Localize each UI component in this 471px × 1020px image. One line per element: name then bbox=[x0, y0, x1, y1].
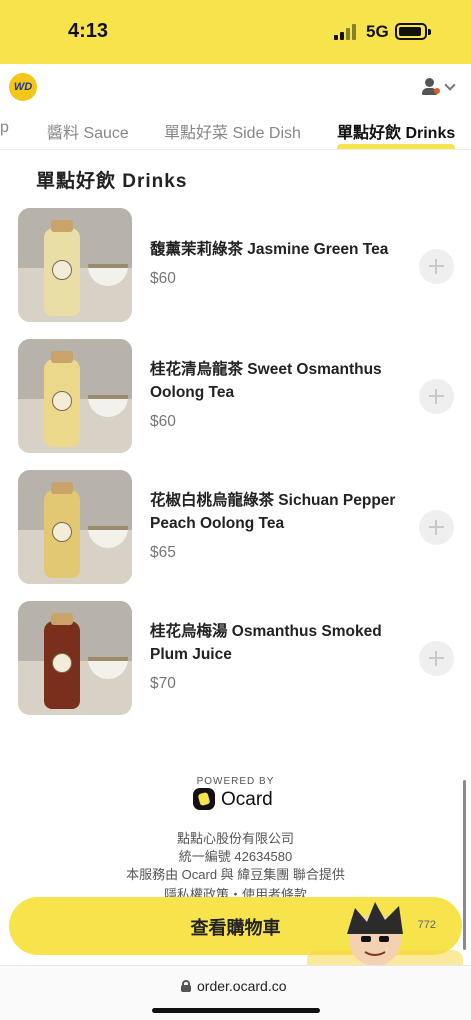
menu-item[interactable]: 花椒白桃烏龍綠茶 Sichuan Pepper Peach Oolong Tea… bbox=[0, 470, 471, 586]
item-image[interactable] bbox=[18, 601, 132, 715]
brand-logo[interactable]: WD bbox=[9, 73, 37, 101]
app-header: WD bbox=[0, 64, 471, 110]
active-tab-indicator bbox=[337, 144, 455, 149]
item-name: 桂花清烏龍茶 Sweet Osmanthus Oolong Tea bbox=[150, 361, 382, 401]
tab-previous[interactable]: p bbox=[0, 119, 9, 137]
ocard-logo[interactable]: Ocard bbox=[193, 788, 279, 812]
item-image[interactable] bbox=[18, 208, 132, 322]
section-title: 單點好飲 Drinks bbox=[36, 171, 188, 192]
ocard-brand: Ocard bbox=[221, 789, 273, 810]
battery-icon bbox=[395, 23, 431, 40]
item-name: 馥薰茉莉綠茶 Jasmine Green Tea bbox=[150, 241, 389, 258]
item-price: $60 bbox=[150, 270, 176, 287]
item-image[interactable] bbox=[18, 470, 132, 584]
tax-id: 統一編號 42634580 bbox=[178, 849, 293, 864]
tab-side-dish[interactable]: 單點好菜 Side Dish bbox=[164, 119, 301, 143]
network-label: 5G bbox=[366, 22, 389, 41]
add-item-button[interactable] bbox=[419, 249, 454, 284]
item-name: 桂花烏梅湯 Osmanthus Smoked Plum Juice bbox=[150, 623, 382, 663]
item-price: $70 bbox=[150, 675, 176, 692]
browser-url-bar[interactable]: order.ocard.co bbox=[0, 965, 471, 1020]
add-item-button[interactable] bbox=[419, 641, 454, 676]
category-tabs: p 醬料 Sauce 單點好菜 Side Dish 單點好飲 Drinks bbox=[0, 110, 471, 150]
chevron-down-icon[interactable] bbox=[444, 79, 456, 91]
url-text[interactable]: order.ocard.co bbox=[197, 978, 287, 994]
service-notice: 本服務由 Ocard 與 緯豆集團 聯合提供 bbox=[126, 867, 345, 882]
add-item-button[interactable] bbox=[419, 510, 454, 545]
company-name: 點點心股份有限公司 bbox=[176, 831, 294, 846]
item-image[interactable] bbox=[18, 339, 132, 453]
lock-icon bbox=[181, 980, 191, 992]
powered-by-label: POWERED BY bbox=[196, 776, 275, 787]
home-indicator[interactable] bbox=[152, 1008, 320, 1013]
user-icon[interactable] bbox=[421, 78, 440, 96]
item-price: $65 bbox=[150, 544, 176, 561]
ocard-icon bbox=[193, 788, 215, 810]
tab-sauce[interactable]: 醬料 Sauce bbox=[47, 119, 129, 143]
status-time: 4:13 bbox=[68, 20, 109, 42]
status-bar: 4:13 5G bbox=[0, 0, 471, 64]
item-price: $60 bbox=[150, 413, 176, 430]
menu-item[interactable]: 馥薰茉莉綠茶 Jasmine Green Tea $60 bbox=[0, 208, 471, 324]
tab-drinks[interactable]: 單點好飲 Drinks bbox=[337, 119, 455, 143]
item-name: 花椒白桃烏龍綠茶 Sichuan Pepper Peach Oolong Tea bbox=[150, 492, 396, 532]
menu-item[interactable]: 桂花烏梅湯 Osmanthus Smoked Plum Juice $70 bbox=[0, 601, 471, 717]
signal-icon bbox=[334, 24, 358, 40]
menu-item[interactable]: 桂花清烏龍茶 Sweet Osmanthus Oolong Tea $60 bbox=[0, 339, 471, 455]
add-item-button[interactable] bbox=[419, 379, 454, 414]
